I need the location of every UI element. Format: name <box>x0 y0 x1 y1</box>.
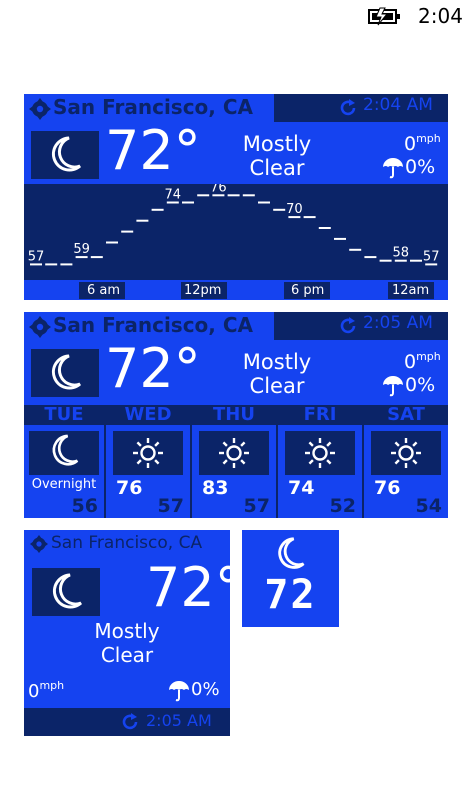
medium-tile[interactable]: San Francisco, CA 72° Mostly Clear 0mph … <box>24 530 242 736</box>
update-bar[interactable]: 2:04 AM <box>274 94 448 122</box>
refresh-icon <box>340 317 356 334</box>
current-temp: 72° <box>105 337 201 400</box>
update-bar[interactable]: 2:05 AM <box>24 708 230 736</box>
hourly-temp-label: 70 <box>286 202 303 217</box>
sun-icon <box>219 438 249 468</box>
moon-icon <box>52 434 79 466</box>
moon-icon <box>278 537 305 569</box>
wind-speed: 0mph <box>404 350 441 373</box>
current-temp: 72° <box>146 556 242 619</box>
precip-chance: 0% <box>405 374 436 396</box>
forecast-day-sat: SAT 76 54 <box>364 405 448 518</box>
hourly-temp-chart: 57 59 74 76 70 58 57 <box>28 184 440 266</box>
condition-line-2: Clear <box>249 374 305 398</box>
column-divider <box>362 425 364 518</box>
day-name: THU <box>213 404 255 425</box>
wind-unit: mph <box>416 132 441 145</box>
sun-icon <box>305 438 335 468</box>
location-icon <box>29 316 51 338</box>
condition-icon-box <box>32 568 100 616</box>
hourly-tile[interactable]: San Francisco, CA 2:04 AM 72° Mostly Cle… <box>24 94 448 300</box>
moon-icon <box>51 136 81 172</box>
hourly-temp-label: 58 <box>393 246 410 261</box>
hourly-temp-label: 59 <box>73 242 90 257</box>
status-time: 2:04 <box>418 4 463 28</box>
umbrella-icon <box>383 158 403 179</box>
day-high: 74 <box>288 477 315 499</box>
forecast-day-wed: WED 76 57 <box>106 405 190 518</box>
day-low: 57 <box>157 495 184 517</box>
city-name: San Francisco, CA <box>53 95 254 119</box>
condition-line-2: Clear <box>100 643 154 667</box>
umbrella-icon <box>169 681 189 702</box>
condition-icon-box <box>31 131 99 179</box>
condition-line-1: Mostly <box>242 350 312 374</box>
wind-value: 0 <box>28 681 40 702</box>
sun-icon <box>391 438 421 468</box>
update-time: 2:04 AM <box>363 95 433 115</box>
axis-label-6am: 6 am <box>79 282 125 299</box>
axis-label-6pm: 6 pm <box>284 282 330 299</box>
hourly-chart: 57 59 74 76 70 58 57 <box>24 184 448 280</box>
forecast-tile[interactable]: San Francisco, CA 2:05 AM 72° Mostly Cle… <box>24 312 448 518</box>
forecast-day-fri: FRI 74 52 <box>278 405 362 518</box>
city-name: San Francisco, CA <box>53 313 254 337</box>
day-note: Overnight <box>31 477 97 492</box>
column-divider <box>104 425 106 518</box>
axis-label-12am: 12am <box>388 282 434 299</box>
wind-value: 0 <box>404 133 417 155</box>
day-low: 52 <box>329 495 356 517</box>
update-time: 2:05 AM <box>363 313 433 333</box>
day-low: 57 <box>243 495 270 517</box>
column-divider <box>276 425 278 518</box>
location-icon <box>29 98 51 120</box>
day-name: FRI <box>303 404 337 425</box>
condition-line-1: Mostly <box>94 619 160 643</box>
forecast-days: TUE Overnight 56 WED 76 57 THU 83 57 FRI 74… <box>24 405 448 518</box>
day-high: 76 <box>374 477 401 499</box>
small-tile[interactable]: 72 <box>242 530 339 627</box>
wind-value: 0 <box>404 351 417 373</box>
city-name: San Francisco, CA <box>51 533 203 553</box>
small-temp: 72 <box>264 572 317 618</box>
wind-speed: 0mph <box>404 132 441 155</box>
day-name: SAT <box>387 404 425 425</box>
day-name: WED <box>124 404 172 425</box>
condition-icon-box <box>31 349 99 397</box>
refresh-icon <box>122 713 138 730</box>
day-low: 54 <box>415 495 442 517</box>
forecast-day-thu: THU 83 57 <box>192 405 276 518</box>
sun-icon <box>133 438 163 468</box>
update-time: 2:05 AM <box>146 711 212 730</box>
current-temp: 72° <box>105 119 201 182</box>
precip-chance: 0% <box>191 679 220 700</box>
day-low: 56 <box>71 495 98 517</box>
location-icon <box>30 535 48 553</box>
hourly-temp-label: 76 <box>210 184 227 195</box>
status-bar: 2:04 <box>0 0 472 32</box>
hourly-temp-label: 57 <box>28 249 45 264</box>
moon-icon <box>51 354 81 390</box>
umbrella-icon <box>383 376 403 397</box>
refresh-icon <box>340 99 356 116</box>
day-name: TUE <box>44 404 84 425</box>
wind-speed: 0mph <box>28 679 64 702</box>
condition-line-2: Clear <box>249 156 305 180</box>
hourly-temp-label: 57 <box>423 249 440 264</box>
battery-charging-icon <box>368 7 400 26</box>
condition-line-1: Mostly <box>242 132 312 156</box>
wind-unit: mph <box>39 679 65 692</box>
moon-icon <box>52 573 82 609</box>
day-high: 76 <box>116 477 143 499</box>
precip-chance: 0% <box>405 156 436 178</box>
wind-unit: mph <box>416 350 441 363</box>
day-high: 83 <box>202 477 229 499</box>
forecast-day-tue: TUE Overnight 56 <box>24 405 104 518</box>
column-divider <box>190 425 192 518</box>
hourly-temp-label: 74 <box>165 188 182 203</box>
update-bar[interactable]: 2:05 AM <box>274 312 448 340</box>
time-axis: 6 am 12pm 6 pm 12am <box>24 281 448 300</box>
axis-label-12pm: 12pm <box>181 282 227 299</box>
